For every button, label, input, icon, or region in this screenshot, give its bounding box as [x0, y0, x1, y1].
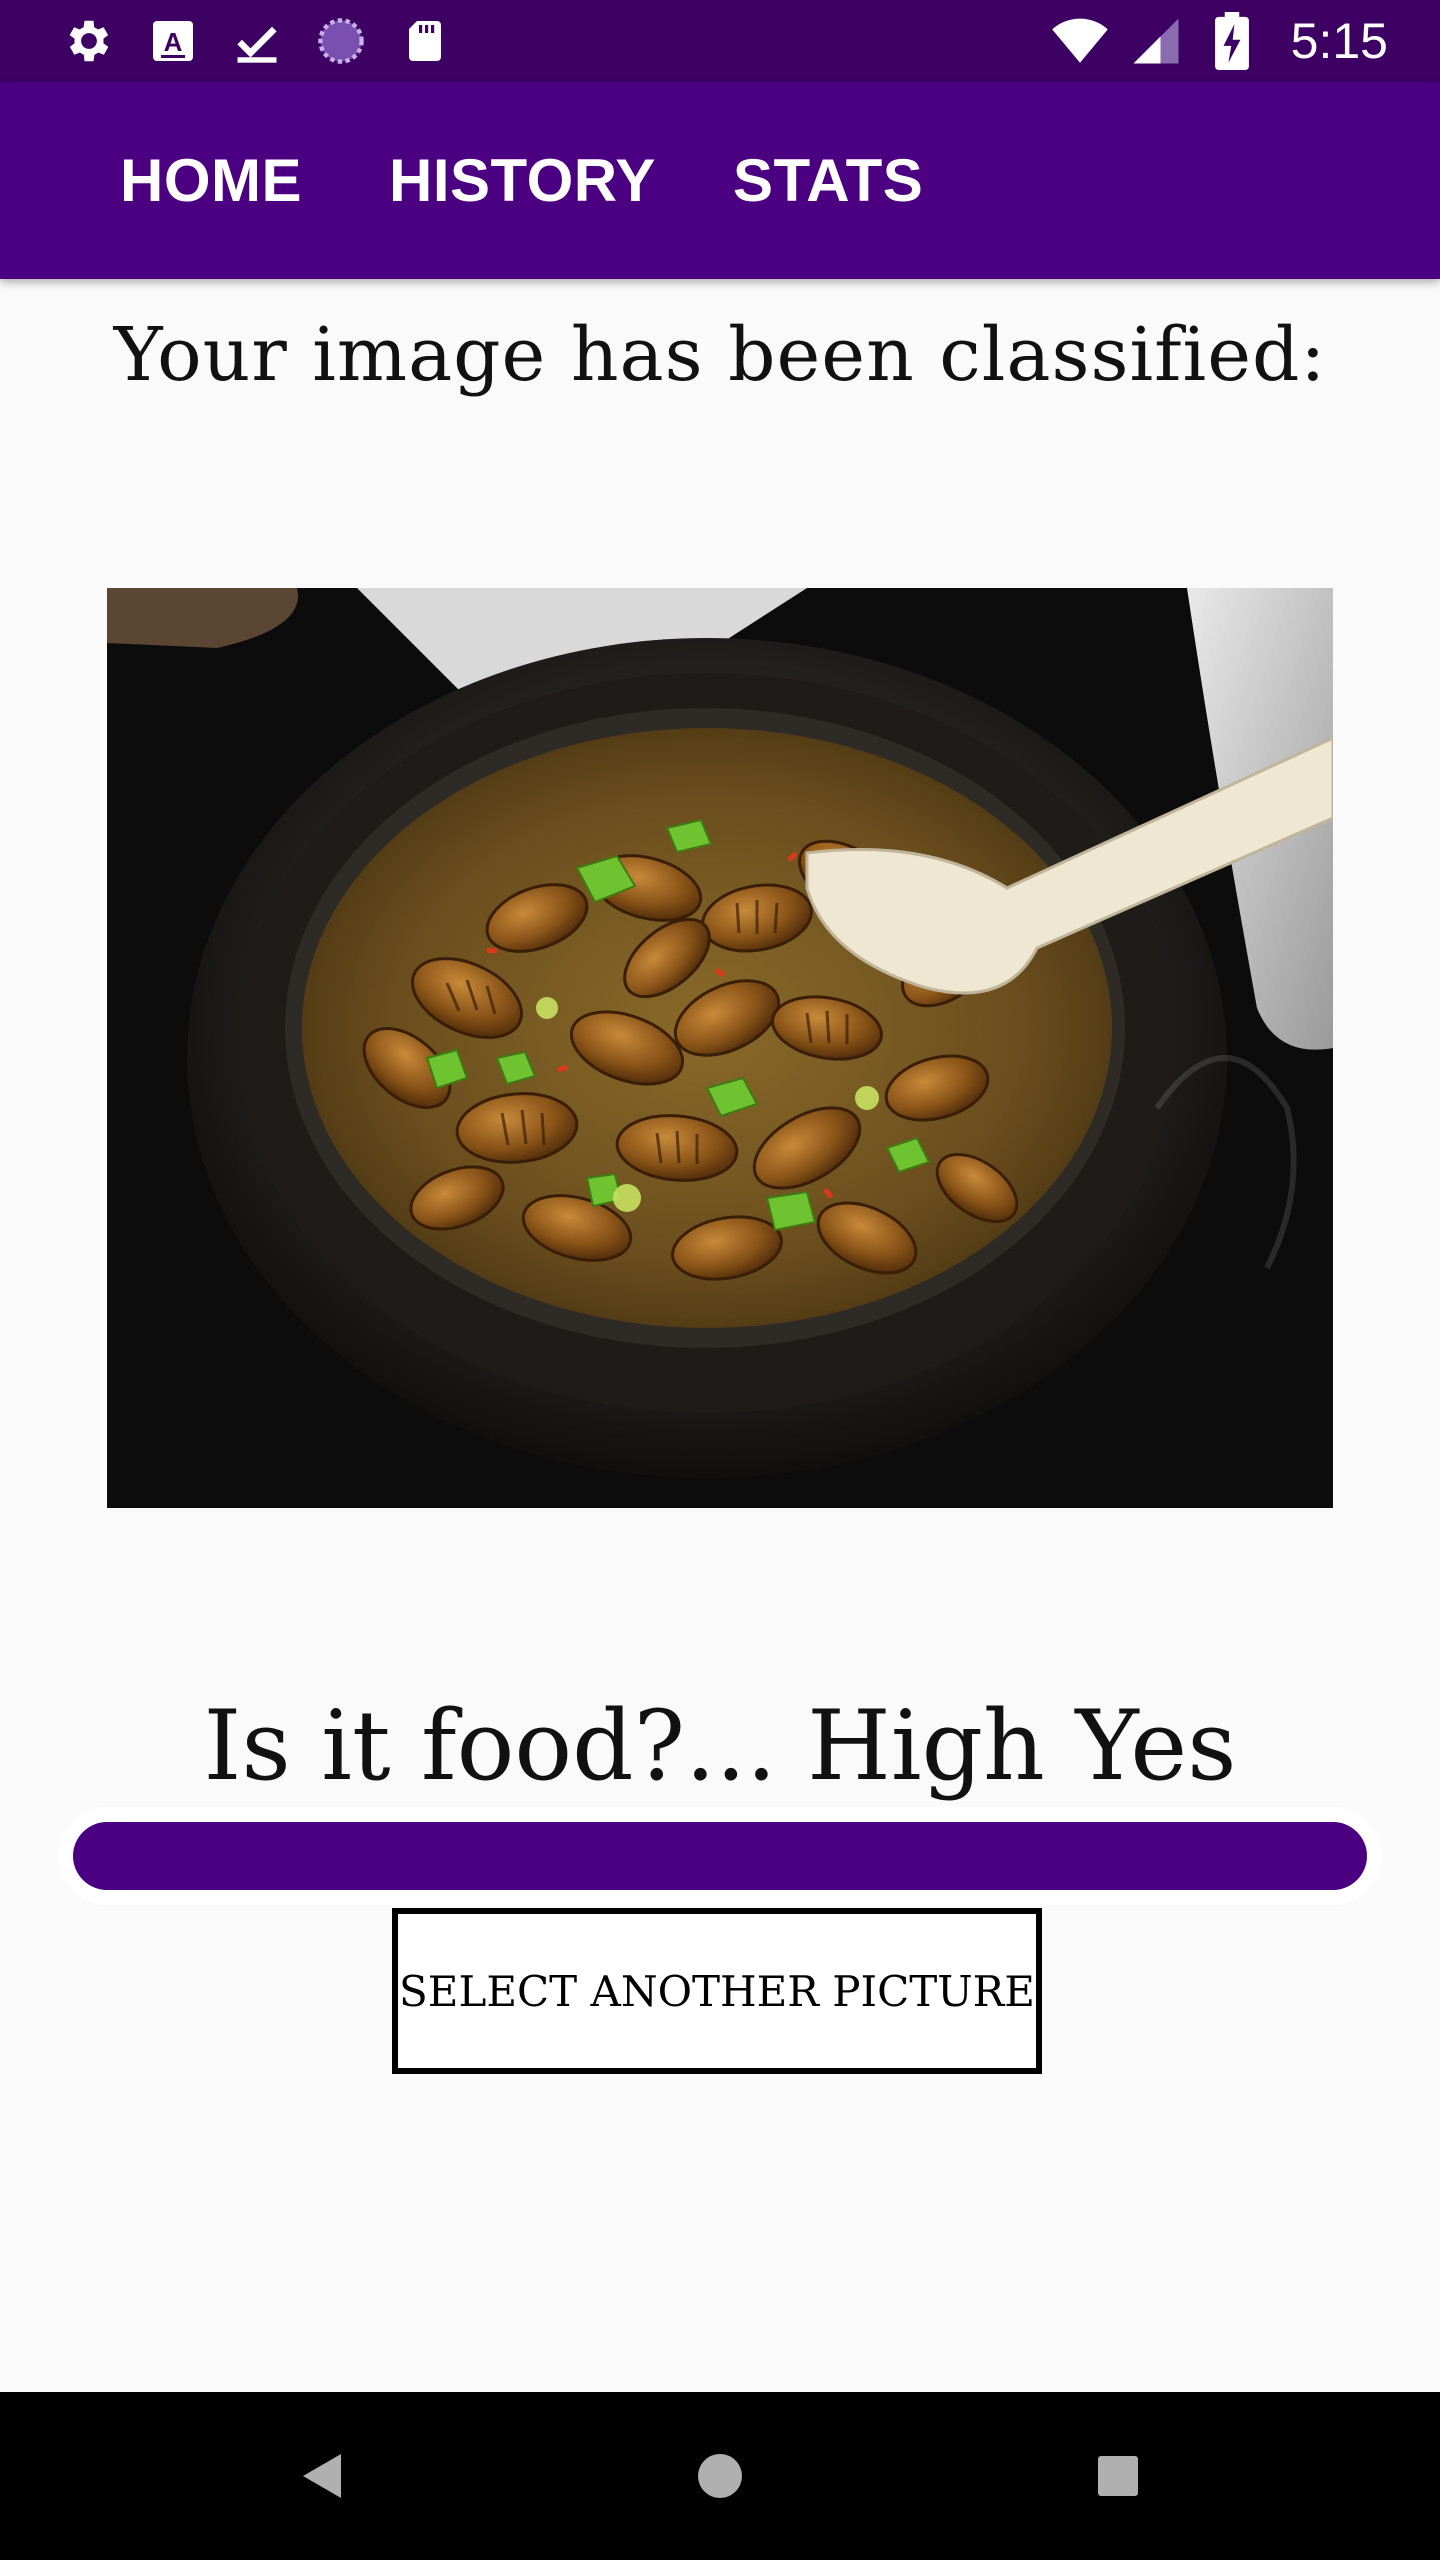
cell-signal-icon	[1127, 12, 1185, 70]
status-bar: A 5:15	[0, 0, 1440, 82]
classification-result: Is it food?... High Yes	[203, 1690, 1237, 1802]
classified-food-photo	[107, 588, 1333, 1508]
battery-charging-icon	[1203, 12, 1261, 70]
sd-card-icon	[396, 12, 454, 70]
select-another-picture-button[interactable]: SELECT ANOTHER PICTURE	[392, 1908, 1042, 2074]
tab-stats[interactable]: STATS	[733, 82, 923, 279]
recents-icon[interactable]	[1048, 2392, 1188, 2560]
system-nav-bar	[0, 2392, 1440, 2560]
tab-home[interactable]: HOME	[120, 82, 302, 279]
status-right-icons: 5:15	[1051, 0, 1388, 82]
text-a-icon: A	[144, 12, 202, 70]
sync-circle-icon	[312, 12, 370, 70]
back-icon[interactable]	[252, 2392, 392, 2560]
confidence-progress-fill	[73, 1822, 1367, 1890]
tab-history[interactable]: HISTORY	[389, 82, 656, 279]
settings-icon	[60, 12, 118, 70]
status-clock: 5:15	[1290, 13, 1388, 69]
confidence-progress-bar	[58, 1807, 1382, 1905]
status-left-icons: A	[60, 0, 454, 82]
download-done-icon	[228, 12, 286, 70]
home-icon[interactable]	[650, 2392, 790, 2560]
wifi-icon	[1051, 12, 1109, 70]
screen: A 5:15 HOME HISTORY STATS Your image has…	[0, 0, 1440, 2560]
classification-heading: Your image has been classified:	[113, 312, 1327, 398]
app-bar: HOME HISTORY STATS	[0, 82, 1440, 279]
svg-text:A: A	[164, 27, 183, 57]
